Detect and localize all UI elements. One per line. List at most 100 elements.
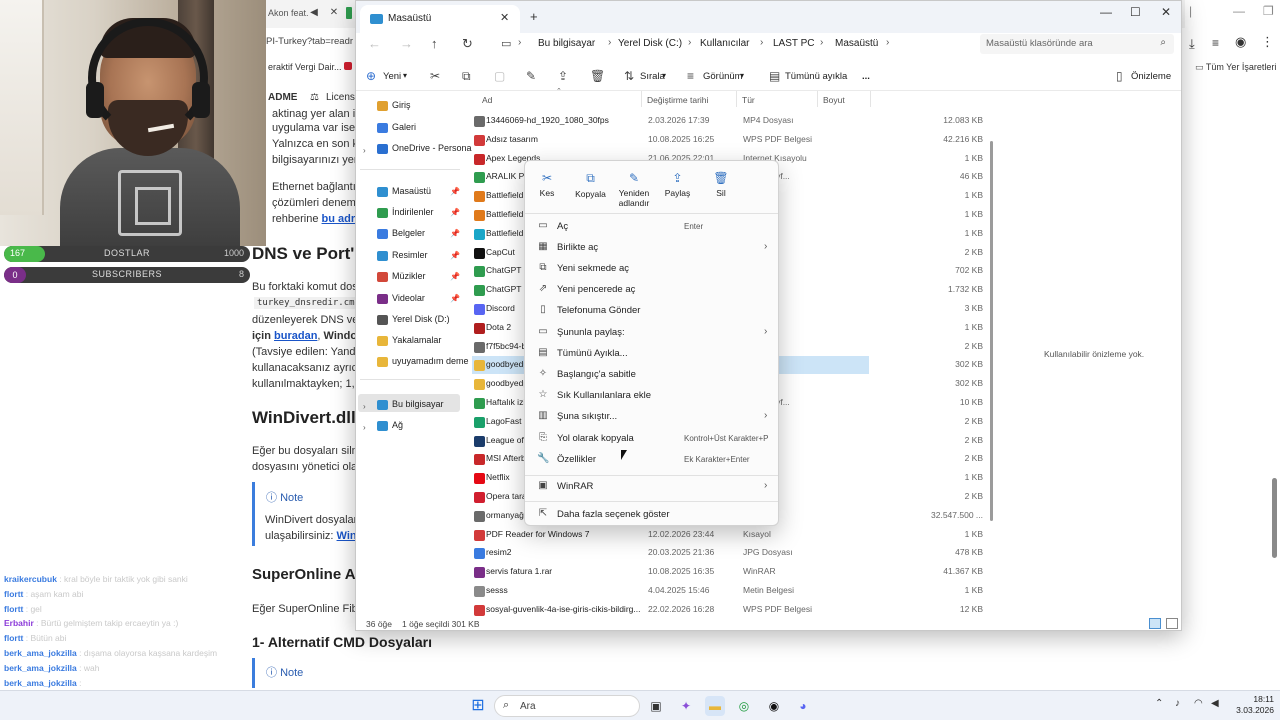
menu-item[interactable]: ▭ Aç Enter xyxy=(529,217,774,237)
copy-icon[interactable]: ⧉ xyxy=(462,69,471,84)
close-window-icon[interactable]: ✕ xyxy=(1161,5,1171,19)
taskbar-search[interactable]: ⌕ Ara xyxy=(494,695,640,717)
file-row[interactable]: servis fatura 1.rar 10.08.2025 16:35 WinRA… xyxy=(472,563,983,581)
profile-icon[interactable]: ◉ xyxy=(1235,34,1246,50)
chevron-right-icon[interactable]: › xyxy=(608,37,611,48)
menu-item[interactable]: ▤ Tümünü Ayıkla... xyxy=(529,344,774,364)
refresh-icon[interactable]: ↻ xyxy=(462,36,473,52)
menu-item[interactable]: ▣ WinRAR › xyxy=(529,477,774,497)
browser-tab[interactable]: Akon feat. xyxy=(268,8,309,18)
ctx-copy-button[interactable]: ⧉ Kopyala xyxy=(567,171,615,199)
close-icon[interactable]: ✕ xyxy=(328,7,340,19)
menu-item[interactable]: ▥ Şuna sıkıştır... › xyxy=(529,407,774,427)
chevron-right-icon[interactable]: › xyxy=(363,402,366,411)
column-divider[interactable] xyxy=(736,91,737,107)
chevron-right-icon[interactable]: › xyxy=(363,146,366,155)
nav-item-desktop[interactable]: Masaüstü xyxy=(392,186,431,196)
browser-address[interactable]: PI-Turkey?tab=readr xyxy=(266,36,353,47)
file-row[interactable]: PDF Reader for Windows 7 12.02.2026 23:44… xyxy=(472,526,983,544)
nav-item-onedrive[interactable]: OneDrive - Persona xyxy=(392,143,472,153)
chevron-right-icon[interactable]: › xyxy=(518,37,521,48)
forward-icon[interactable]: → xyxy=(400,36,413,51)
menu-item[interactable]: ⇗ Yeni pencerede aç xyxy=(529,280,774,300)
view-icon[interactable]: ≡ xyxy=(687,69,694,83)
chevron-right-icon[interactable]: › xyxy=(820,37,823,48)
up-icon[interactable]: ↑ xyxy=(431,36,438,51)
more-options-button[interactable]: ... xyxy=(862,71,870,82)
view-button[interactable]: Görünüm xyxy=(703,71,743,82)
system-clock[interactable]: 18:11 3.03.2026 xyxy=(1228,694,1274,716)
file-row[interactable]: 13446069-hd_1920_1080_30fps 2.03.2026 17:… xyxy=(472,112,983,130)
details-view-icon[interactable] xyxy=(1149,618,1161,629)
discord-icon[interactable]: ◕ xyxy=(793,696,813,716)
nav-item-downloads[interactable]: İndirilenler xyxy=(392,207,434,217)
preview-button[interactable]: Önizleme xyxy=(1131,71,1171,82)
column-size[interactable]: Boyut xyxy=(823,95,845,105)
tiles-view-icon[interactable] xyxy=(1166,618,1178,629)
restore-icon[interactable]: ❐ xyxy=(1263,4,1274,18)
file-explorer-icon[interactable]: ▬ xyxy=(705,696,725,716)
nav-item-videos[interactable]: Videolar xyxy=(392,293,425,303)
rename-icon[interactable]: ✎ xyxy=(526,69,536,83)
ctx-rename-button[interactable]: ✎ Yeniden adlandır xyxy=(610,171,658,208)
preview-pane-icon[interactable]: ▯ xyxy=(1116,69,1123,83)
chevron-right-icon[interactable]: › xyxy=(688,37,691,48)
reading-list-icon[interactable]: ≡ xyxy=(1212,36,1219,50)
maximize-icon[interactable]: ☐ xyxy=(1130,5,1141,19)
menu-item[interactable]: ▭ Şununla paylaş: › xyxy=(529,323,774,343)
column-type[interactable]: Tür xyxy=(742,95,755,105)
all-bookmarks[interactable]: ▭ Tüm Yer İşaretleri xyxy=(1195,62,1276,73)
wifi-icon[interactable]: ◠ xyxy=(1194,698,1203,709)
nav-item-pictures[interactable]: Resimler xyxy=(392,250,428,260)
youtube-icon[interactable] xyxy=(344,62,352,70)
download-icon[interactable]: ⤓ xyxy=(1189,36,1195,52)
column-divider[interactable] xyxy=(817,91,818,107)
menu-item[interactable]: ▦ Birlikte aç › xyxy=(529,238,774,258)
nav-item-music[interactable]: Müzikler xyxy=(392,271,426,281)
chevron-right-icon[interactable]: › xyxy=(886,37,889,48)
menu-item[interactable]: ☆ Sık Kullanılanlara ekle xyxy=(529,386,774,406)
nav-item-local-d[interactable]: Yerel Disk (D:) xyxy=(392,314,450,324)
nav-item-captures[interactable]: Yakalamalar xyxy=(392,335,441,345)
close-tab-icon[interactable]: ✕ xyxy=(500,11,509,24)
nav-item-this-pc[interactable]: Bu bilgisayar xyxy=(392,399,444,409)
file-row[interactable]: Adsız tasarım 10.08.2025 16:25 WPS PDF Bel… xyxy=(472,131,983,149)
tray-chevron-up-icon[interactable]: ⌃ xyxy=(1155,698,1163,709)
site-brand[interactable]: ADME xyxy=(268,92,297,103)
file-list-scrollbar[interactable] xyxy=(990,141,993,521)
breadcrumb-item[interactable]: LAST PC xyxy=(773,38,815,49)
chevron-down-icon[interactable]: ▾ xyxy=(403,71,407,80)
column-date[interactable]: Değiştirme tarihi xyxy=(647,95,708,105)
page-scrollbar[interactable] xyxy=(1272,478,1277,558)
extract-all-button[interactable]: Tümünü ayıkla xyxy=(785,71,847,82)
file-row[interactable]: resim2 20.03.2025 21:36 JPG Dosyası 478 KB xyxy=(472,544,983,562)
chevron-right-icon[interactable]: › xyxy=(363,423,366,432)
minimize-icon[interactable]: — xyxy=(1233,4,1245,18)
breadcrumb-item[interactable]: Kullanıcılar xyxy=(700,38,749,49)
nav-item-uyuyamadim[interactable]: uyuyamadım deme xyxy=(392,356,469,366)
menu-icon[interactable]: ⋮ xyxy=(1261,34,1274,50)
copilot-icon[interactable]: ✦ xyxy=(676,696,696,716)
ctx-share-button[interactable]: ⇪ Paylaş xyxy=(654,171,702,198)
minimize-icon[interactable]: — xyxy=(1100,5,1112,19)
chevron-down-icon[interactable]: ▾ xyxy=(662,71,666,80)
breadcrumb-item[interactable]: Masaüstü xyxy=(835,38,878,49)
steam-icon[interactable]: ◉ xyxy=(764,696,784,716)
favorite-item[interactable]: eraktif Vergi Dair... xyxy=(268,62,342,72)
delete-icon[interactable]: 🗑 xyxy=(590,69,605,83)
extract-icon[interactable]: ▤ xyxy=(769,69,780,83)
column-divider[interactable] xyxy=(641,91,642,107)
menu-item[interactable]: ⎘ Yol olarak kopyala Kontrol+Üst Karakter+… xyxy=(529,429,774,449)
breadcrumb-item[interactable]: Yerel Disk (C:) xyxy=(618,38,682,49)
explorer-tab[interactable]: Masaüstü ✕ xyxy=(360,5,520,33)
new-tab-icon[interactable]: + xyxy=(530,9,538,24)
chevron-right-icon[interactable]: › xyxy=(760,37,763,48)
windows-start-icon[interactable]: ⊞ xyxy=(468,696,488,716)
new-plus-icon[interactable]: ⊕ xyxy=(366,69,376,83)
article-link[interactable]: buradan xyxy=(274,330,317,342)
breadcrumb-item[interactable]: Bu bilgisayar xyxy=(538,38,595,49)
sort-icon[interactable]: ⇅ xyxy=(624,69,634,83)
microphone-icon[interactable]: ♪ xyxy=(1175,698,1180,709)
menu-item[interactable]: ▯ Telefonuma Gönder xyxy=(529,301,774,321)
paste-icon[interactable]: ▢ xyxy=(494,69,505,83)
